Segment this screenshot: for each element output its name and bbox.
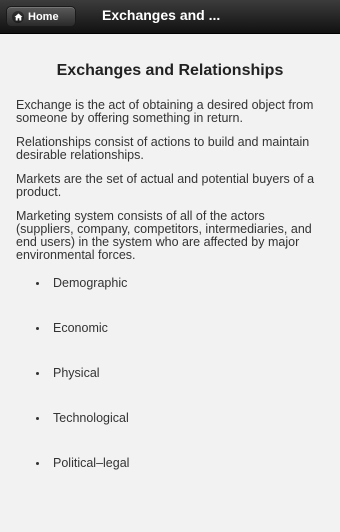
page-title: Exchanges and Relationships — [56, 62, 284, 79]
home-button[interactable]: Home — [6, 6, 76, 27]
environmental-forces-list: Demographic Economic Physical Technologi… — [16, 277, 324, 502]
paragraph-relationships: Relationships consist of actions to buil… — [16, 135, 310, 162]
list-item: Physical — [16, 367, 324, 412]
home-icon — [12, 10, 24, 23]
app-header: Home Exchanges and ... — [0, 0, 340, 34]
paragraph-exchange: Exchange is the act of obtaining a desir… — [16, 98, 314, 125]
header-title: Exchanges and ... — [102, 7, 221, 23]
list-item: Technological — [16, 412, 324, 457]
home-button-label: Home — [28, 10, 59, 23]
list-item: Political–legal — [16, 457, 324, 502]
main-content: Exchanges and Relationships Exchange is … — [16, 34, 324, 502]
list-item: Economic — [16, 322, 324, 367]
paragraph-markets: Markets are the set of actual and potent… — [16, 172, 315, 199]
paragraph-marketing-system: Marketing system consists of all of the … — [16, 209, 312, 262]
list-item: Demographic — [16, 277, 324, 322]
